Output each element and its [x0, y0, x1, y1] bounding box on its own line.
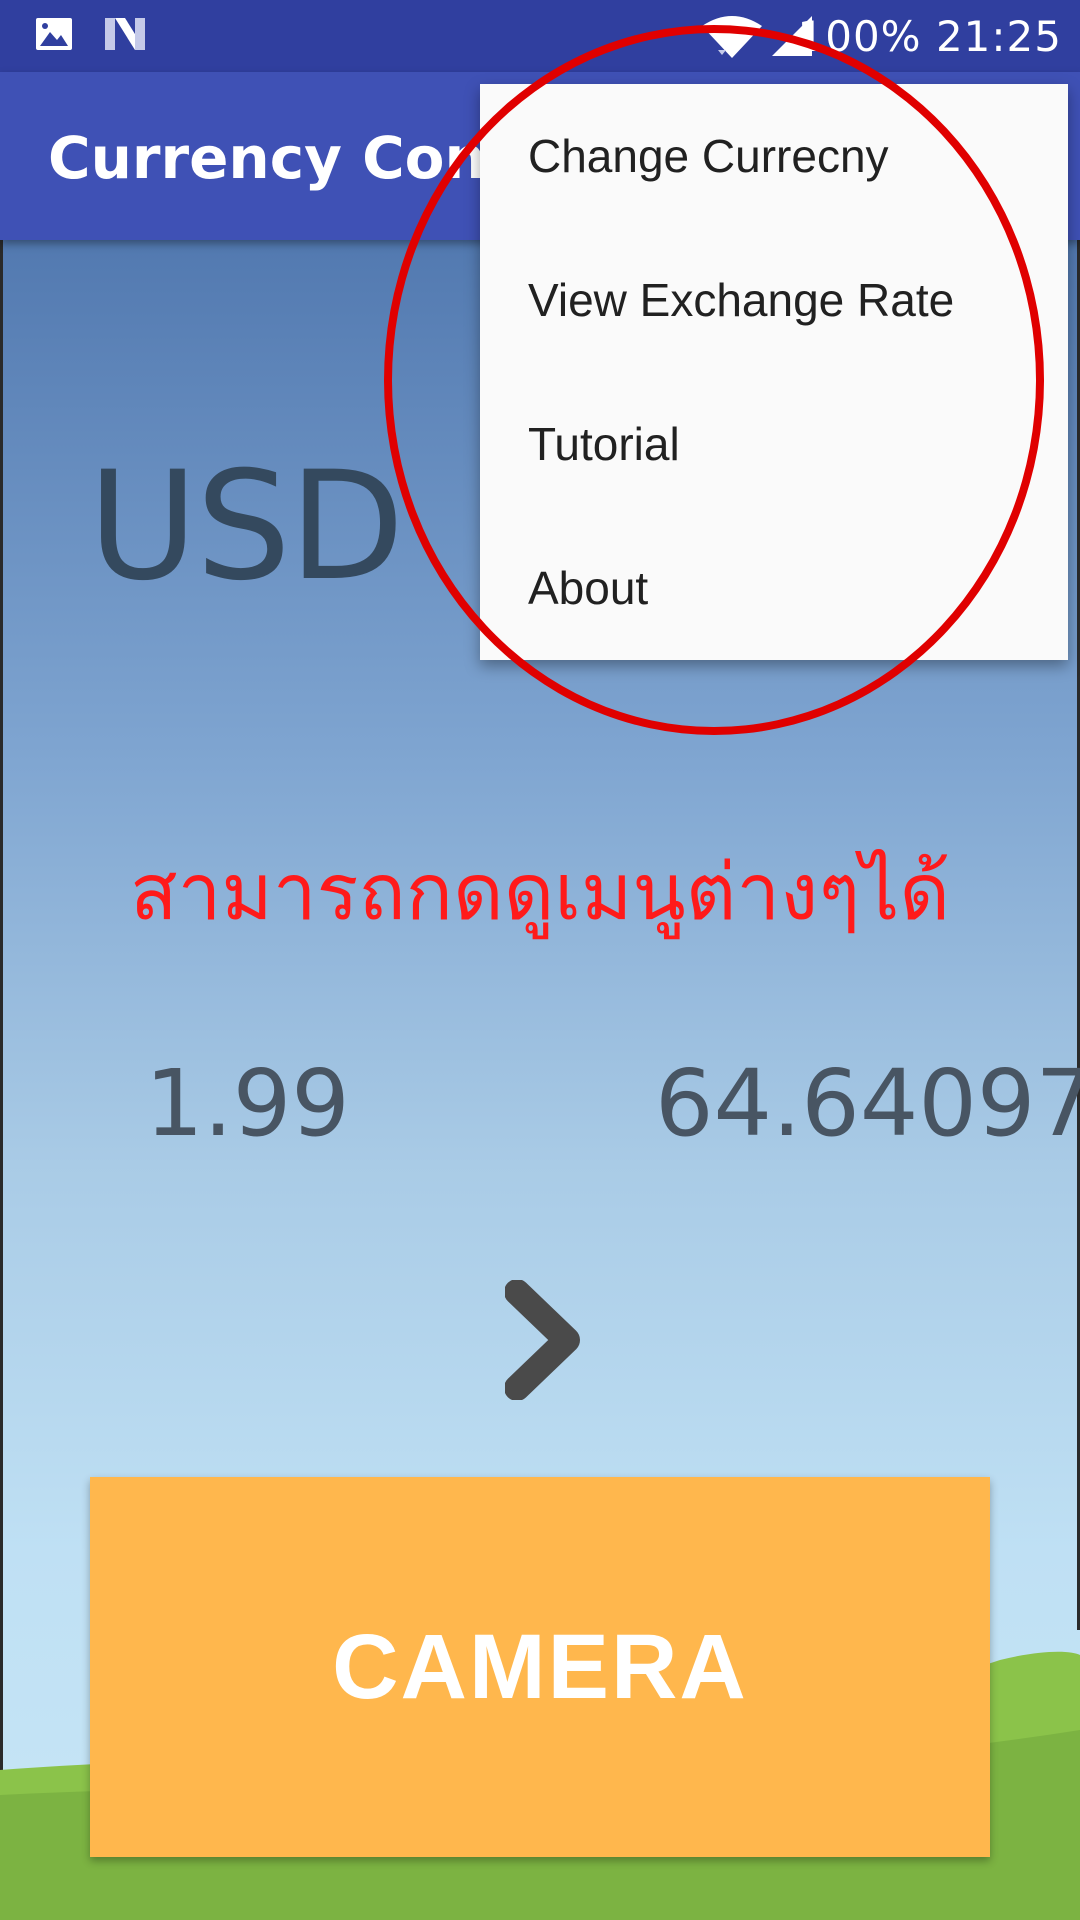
- menu-item-change-currency[interactable]: Change Currecny: [480, 84, 1068, 228]
- input-amount: 1.99: [145, 1050, 350, 1157]
- menu-item-tutorial[interactable]: Tutorial: [480, 372, 1068, 516]
- menu-item-about[interactable]: About: [480, 516, 1068, 660]
- battery-level: 100%: [797, 12, 922, 61]
- camera-button[interactable]: CAMERA: [90, 1477, 990, 1857]
- status-battery-time: 100% 21:25: [798, 12, 1062, 61]
- overflow-menu: Change Currecny View Exchange Rate Tutor…: [480, 84, 1068, 660]
- currency-code[interactable]: USD: [88, 440, 405, 614]
- menu-item-view-exchange-rate[interactable]: View Exchange Rate: [480, 228, 1068, 372]
- menu-hint-annotation: สามารถกดดูเมนูต่างๆได้: [130, 848, 950, 938]
- clock: 21:25: [935, 12, 1062, 61]
- status-bar: 100% 21:25: [0, 0, 1080, 72]
- chevron-right-icon: [504, 1279, 583, 1404]
- wifi-icon: [700, 12, 764, 64]
- image-icon: [34, 14, 74, 58]
- n-notification-icon: [103, 14, 147, 58]
- converted-amount: 64.64097: [655, 1050, 1080, 1157]
